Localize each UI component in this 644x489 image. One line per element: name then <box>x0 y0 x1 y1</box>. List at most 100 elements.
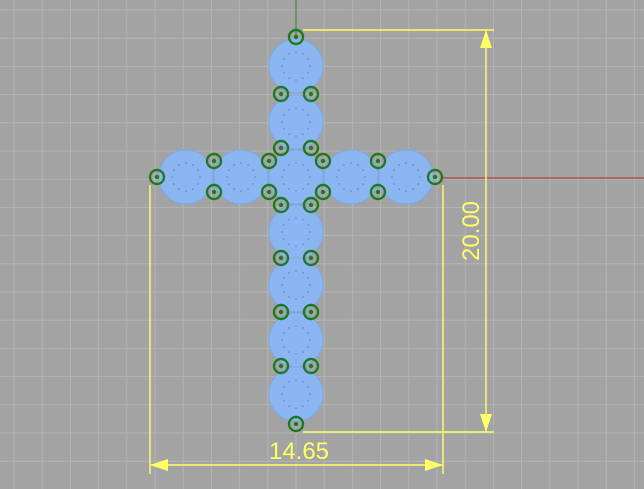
control-point-center <box>266 189 272 195</box>
sphere-object[interactable] <box>378 149 434 205</box>
sphere-object[interactable] <box>213 149 269 205</box>
sphere-object[interactable] <box>158 149 214 205</box>
isocurve-dot <box>295 190 297 192</box>
isocurve-dot <box>281 393 283 395</box>
control-point-center <box>278 91 284 97</box>
isocurve-dot <box>307 238 310 240</box>
isocurve-dot <box>178 163 180 166</box>
viewport-canvas[interactable]: 20.00 14.65 <box>0 0 644 489</box>
isocurve-dot <box>227 169 230 171</box>
sphere-object[interactable] <box>268 257 324 313</box>
isocurve-dot <box>282 291 285 293</box>
isocurve-dot <box>295 217 297 219</box>
isocurve-dot <box>282 128 285 130</box>
control-point-center <box>278 145 284 151</box>
isocurve-dot <box>192 163 194 166</box>
isocurve-dot <box>307 128 310 130</box>
isocurve-dot <box>288 163 290 166</box>
isocurve-dot <box>288 77 290 80</box>
isocurve-dot <box>172 183 175 185</box>
isocurve-dot <box>295 407 297 409</box>
isocurve-dot <box>343 163 345 166</box>
isocurve-dot <box>197 169 200 171</box>
3d-viewport[interactable]: 20.00 14.65 <box>0 0 644 489</box>
isocurve-dot <box>307 332 310 334</box>
control-point-center <box>308 255 314 261</box>
isocurve-dot <box>247 163 249 166</box>
control-point-center <box>266 158 272 164</box>
isocurve-dot <box>392 169 395 171</box>
isocurve-dot <box>171 176 173 178</box>
isocurve-dot <box>350 190 352 192</box>
isocurve-dot <box>295 135 297 137</box>
isocurve-dot <box>281 65 283 67</box>
dimension-group[interactable]: 20.00 14.65 <box>149 29 494 474</box>
isocurve-dot <box>288 326 290 329</box>
control-point-center <box>432 174 438 180</box>
isocurve-dot <box>302 326 304 329</box>
sphere-object[interactable] <box>268 149 324 205</box>
isocurve-dot <box>405 190 407 192</box>
isocurve-dot <box>281 231 283 233</box>
isocurve-dot <box>295 162 297 164</box>
isocurve-dot <box>288 243 290 246</box>
isocurve-dot <box>337 183 340 185</box>
isocurve-dot <box>357 188 359 191</box>
isocurve-dot <box>281 284 283 286</box>
control-point-center <box>375 189 381 195</box>
isocurve-dot <box>417 183 420 185</box>
control-point-center <box>278 255 284 261</box>
isocurve-dot <box>309 121 311 123</box>
isocurve-dot <box>282 386 285 388</box>
isocurve-dot <box>307 291 310 293</box>
sphere-object[interactable] <box>268 38 324 94</box>
control-point-center <box>278 202 284 208</box>
isocurve-dot <box>302 163 304 166</box>
isocurve-dot <box>419 176 421 178</box>
isocurve-dot <box>309 176 311 178</box>
isocurve-dot <box>302 188 304 191</box>
isocurve-dot <box>288 218 290 221</box>
isocurve-dot <box>362 183 365 185</box>
control-point-center <box>308 145 314 151</box>
isocurve-dot <box>281 339 283 341</box>
control-point-center <box>320 189 326 195</box>
isocurve-dot <box>282 72 285 74</box>
control-point-center <box>293 34 299 40</box>
width-dimension-label[interactable]: 14.65 <box>269 438 329 465</box>
isocurve-dot <box>309 231 311 233</box>
height-dimension-label[interactable]: 20.00 <box>458 201 485 261</box>
isocurve-dot <box>288 296 290 299</box>
isocurve-dot <box>343 188 345 191</box>
isocurve-dot <box>172 169 175 171</box>
cross-sphere-group[interactable] <box>158 38 434 422</box>
isocurve-dot <box>295 245 297 247</box>
isocurve-dot <box>391 176 393 178</box>
isocurve-dot <box>282 332 285 334</box>
isocurve-dot <box>288 108 290 111</box>
control-point-center <box>211 158 217 164</box>
isocurve-dot <box>307 224 310 226</box>
isocurve-dot <box>307 58 310 60</box>
isocurve-dot <box>295 107 297 109</box>
sphere-object[interactable] <box>323 149 379 205</box>
isocurve-dot <box>307 277 310 279</box>
sphere-object[interactable] <box>268 366 324 422</box>
isocurve-dot <box>282 183 285 185</box>
isocurve-dot <box>295 353 297 355</box>
isocurve-dot <box>199 176 201 178</box>
isocurve-dot <box>233 188 235 191</box>
isocurve-dot <box>307 169 310 171</box>
isocurve-dot <box>417 169 420 171</box>
isocurve-dot <box>226 176 228 178</box>
isocurve-dot <box>288 405 290 408</box>
isocurve-dot <box>302 405 304 408</box>
isocurve-dot <box>281 176 283 178</box>
isocurve-dot <box>302 108 304 111</box>
isocurve-dot <box>307 183 310 185</box>
isocurve-dot <box>282 346 285 348</box>
control-point-center <box>278 309 284 315</box>
isocurve-dot <box>192 188 194 191</box>
isocurve-dot <box>282 277 285 279</box>
isocurve-dot <box>362 169 365 171</box>
